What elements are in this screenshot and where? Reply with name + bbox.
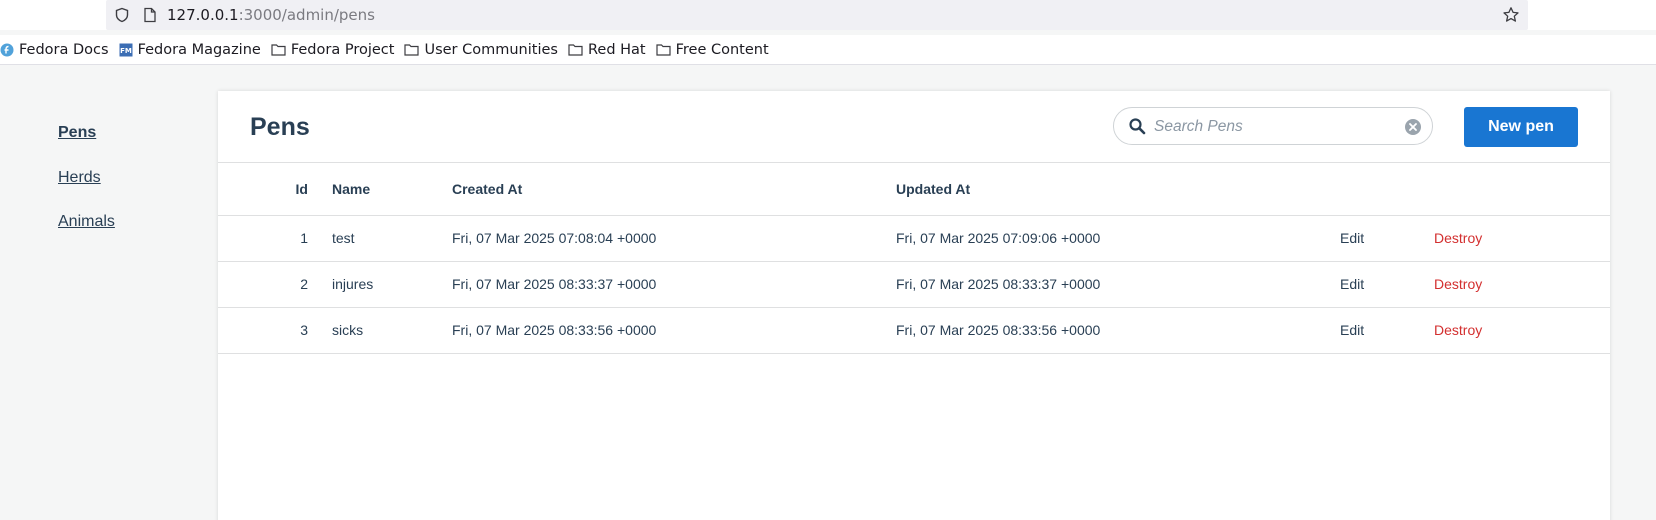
folder-icon (404, 44, 420, 56)
edit-link[interactable]: Edit (1340, 230, 1364, 246)
new-pen-button[interactable]: New pen (1464, 107, 1578, 147)
cell-id: 1 (278, 215, 308, 262)
row-spacer (218, 261, 278, 308)
bookmark-label: Red Hat (587, 41, 646, 58)
table-row[interactable]: 3 sicks Fri, 07 Mar 2025 08:33:56 +0000 … (218, 307, 1610, 354)
sidebar-item-pens[interactable]: Pens (58, 124, 96, 142)
admin-sidebar: Pens Herds Animals (0, 66, 218, 520)
page-icon[interactable] (143, 7, 157, 23)
cell-created-at: Fri, 07 Mar 2025 08:33:37 +0000 (452, 261, 896, 308)
bookmark-fedora-docs[interactable]: Fedora Docs (0, 37, 109, 63)
table-row[interactable]: 1 test Fri, 07 Mar 2025 07:08:04 +0000 F… (218, 215, 1610, 262)
cell-updated-at: Fri, 07 Mar 2025 08:33:56 +0000 (896, 307, 1340, 354)
folder-icon (568, 44, 583, 56)
cell-id: 3 (278, 307, 308, 354)
bookmark-label: Fedora Magazine (137, 41, 261, 58)
cell-created-at: Fri, 07 Mar 2025 08:33:56 +0000 (452, 307, 896, 354)
shield-icon[interactable] (114, 7, 130, 23)
url-path: :3000/admin/pens (238, 6, 375, 24)
cell-name: sicks (308, 307, 452, 354)
bookmark-user-communities[interactable]: User Communities (404, 37, 558, 63)
cell-name: injures (308, 261, 452, 308)
select-column-header (218, 163, 278, 216)
browser-toolbar: 127.0.0.1:3000/admin/pens (0, 0, 1656, 30)
bookmark-red-hat[interactable]: Red Hat (568, 37, 646, 63)
fedora-magazine-icon: FM (119, 43, 133, 56)
pens-table: Id Name Created At Updated At 1 test Fri… (218, 163, 1610, 354)
column-header-updated-at[interactable]: Updated At (896, 163, 1340, 216)
column-header-name[interactable]: Name (308, 163, 452, 216)
url-host: 127.0.0.1 (167, 6, 239, 24)
search-input[interactable] (1154, 114, 1404, 140)
bookmark-free-content[interactable]: Free Content (656, 37, 769, 63)
cell-updated-at: Fri, 07 Mar 2025 07:09:06 +0000 (896, 215, 1340, 262)
main-panel: Pens New pen Id Name Created At Updated … (218, 91, 1610, 520)
bookmark-label: Fedora Docs (19, 41, 109, 58)
row-spacer (218, 215, 278, 262)
sidebar-item-herds[interactable]: Herds (58, 169, 101, 187)
page-title: Pens (250, 113, 310, 141)
row-spacer (218, 307, 278, 354)
bookmark-label: Fedora Project (290, 41, 395, 58)
table-header-row: Id Name Created At Updated At (218, 163, 1610, 216)
column-header-created-at[interactable]: Created At (452, 163, 896, 216)
bookmark-fedora-project[interactable]: Fedora Project (271, 37, 395, 63)
cell-updated-at: Fri, 07 Mar 2025 08:33:37 +0000 (896, 261, 1340, 308)
bookmark-label: Free Content (675, 41, 769, 58)
edit-link[interactable]: Edit (1340, 276, 1364, 292)
address-bar[interactable]: 127.0.0.1:3000/admin/pens (106, 0, 1528, 30)
clear-search-icon[interactable] (1404, 118, 1422, 136)
cell-created-at: Fri, 07 Mar 2025 07:08:04 +0000 (452, 215, 896, 262)
page-header: Pens New pen (218, 91, 1610, 163)
bookmark-fedora-magazine[interactable]: FM Fedora Magazine (119, 37, 261, 63)
actions-column-header (1340, 163, 1434, 216)
folder-icon (656, 44, 671, 56)
destroy-link[interactable]: Destroy (1434, 322, 1482, 338)
column-header-id[interactable]: Id (278, 163, 308, 216)
url-text[interactable]: 127.0.0.1:3000/admin/pens (167, 6, 375, 24)
sidebar-item-animals[interactable]: Animals (58, 213, 115, 231)
search-icon (1129, 118, 1146, 135)
bookmarks-bar: Fedora Docs FM Fedora Magazine Fedora Pr… (0, 35, 1656, 65)
destroy-link[interactable]: Destroy (1434, 230, 1482, 246)
svg-text:FM: FM (120, 47, 132, 55)
actions-column-header (1434, 163, 1610, 216)
cell-name: test (308, 215, 452, 262)
folder-icon (271, 44, 286, 56)
fedora-icon (0, 43, 14, 56)
destroy-link[interactable]: Destroy (1434, 276, 1482, 292)
star-icon[interactable] (1502, 6, 1520, 24)
table-row[interactable]: 2 injures Fri, 07 Mar 2025 08:33:37 +000… (218, 261, 1610, 308)
cell-id: 2 (278, 261, 308, 308)
search-box[interactable] (1113, 107, 1433, 145)
edit-link[interactable]: Edit (1340, 322, 1364, 338)
bookmark-label: User Communities (424, 41, 558, 58)
